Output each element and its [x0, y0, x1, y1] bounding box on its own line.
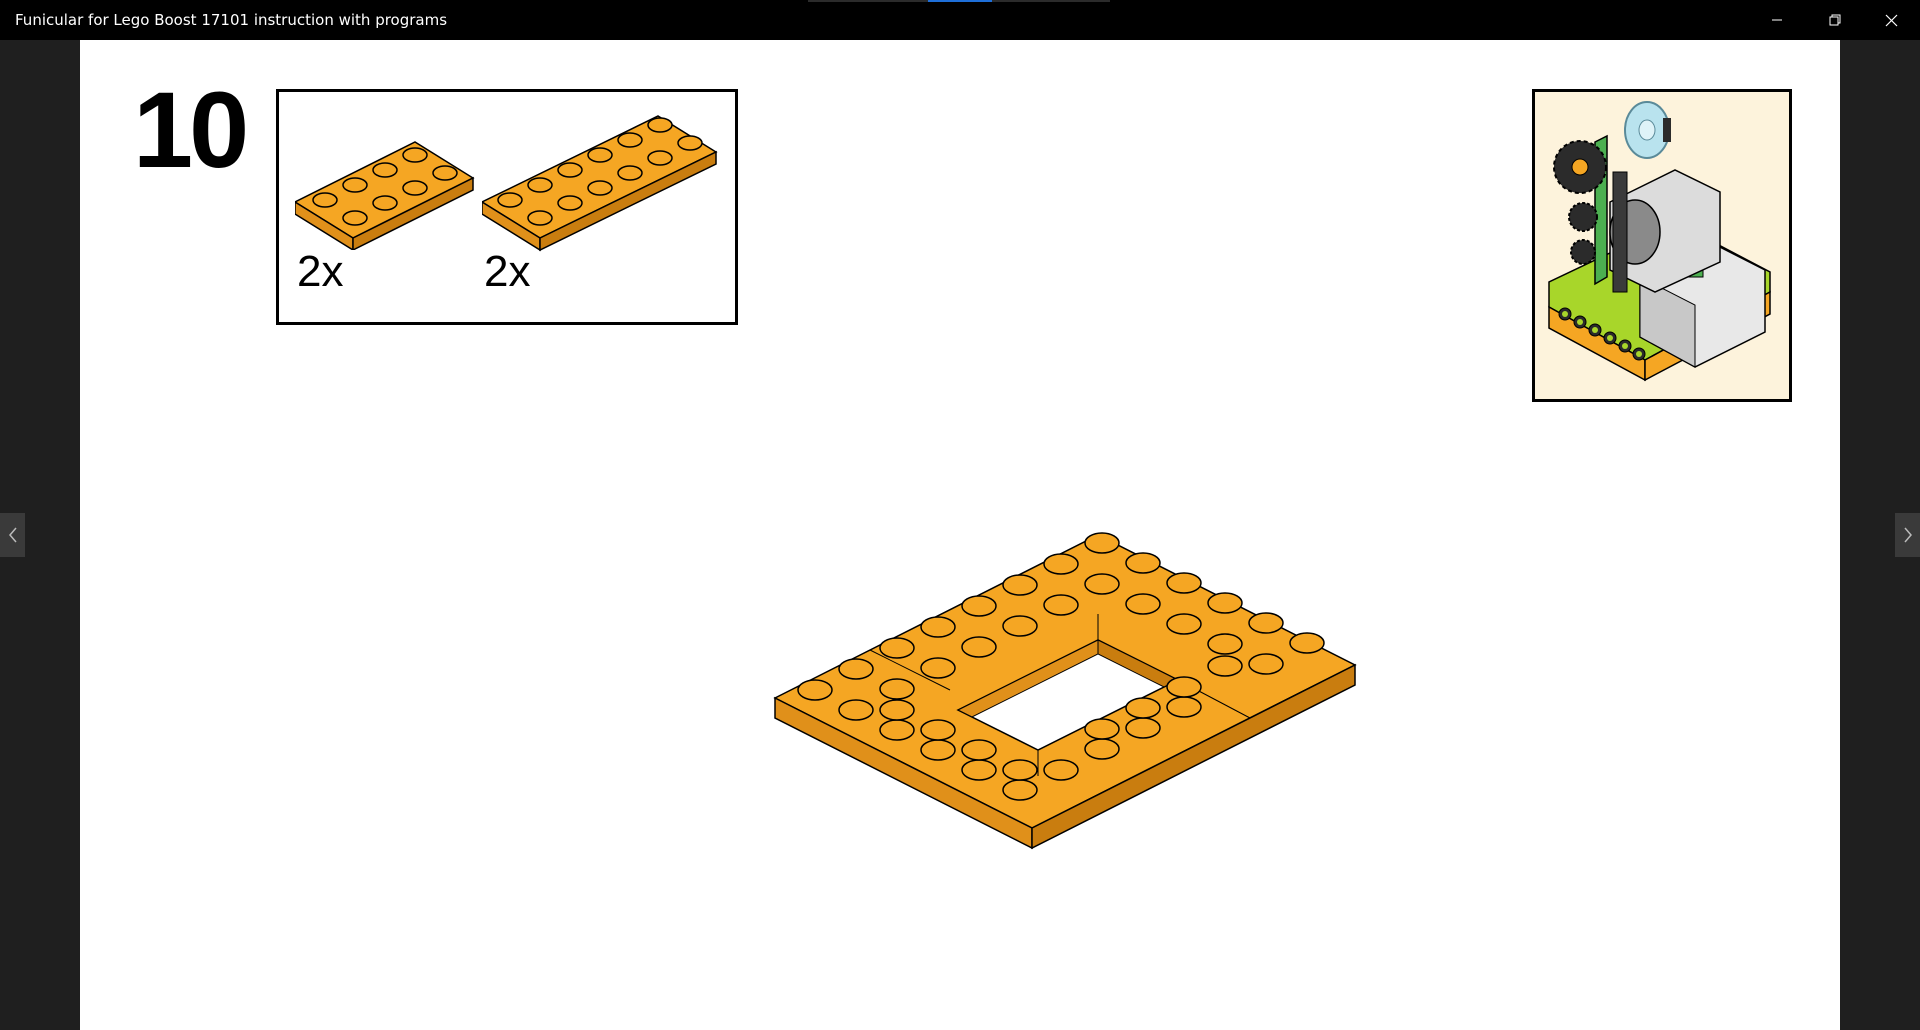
- instruction-page: 10 2x 2x: [80, 40, 1840, 1030]
- assembly-illustration: [773, 532, 1357, 850]
- title-bar: Funicular for Lego Boost 17101 instructi…: [0, 0, 1920, 40]
- previous-page-button[interactable]: [0, 513, 25, 557]
- minimize-icon: [1772, 19, 1782, 21]
- close-icon: [1885, 14, 1897, 26]
- funicular-model-illustration: [1535, 92, 1789, 399]
- plate-2x6-icon: [482, 115, 718, 252]
- restore-icon: [1829, 14, 1841, 26]
- window-title: Funicular for Lego Boost 17101 instructi…: [15, 11, 448, 29]
- loading-progress-fill: [928, 0, 992, 2]
- close-button[interactable]: [1862, 0, 1920, 40]
- part-2-quantity: 2x: [484, 247, 531, 296]
- chevron-right-icon: [1903, 527, 1912, 543]
- loading-progress-bar: [808, 0, 1110, 2]
- model-preview-image: [1532, 89, 1792, 402]
- chevron-left-icon: [8, 527, 17, 543]
- minimize-button[interactable]: [1748, 0, 1806, 40]
- next-page-button[interactable]: [1895, 513, 1920, 557]
- plate-2x4-icon: [295, 141, 475, 250]
- parts-list-box: 2x 2x: [276, 89, 738, 325]
- step-number: 10: [133, 69, 249, 190]
- part-1-quantity: 2x: [297, 247, 344, 296]
- restore-button[interactable]: [1806, 0, 1864, 40]
